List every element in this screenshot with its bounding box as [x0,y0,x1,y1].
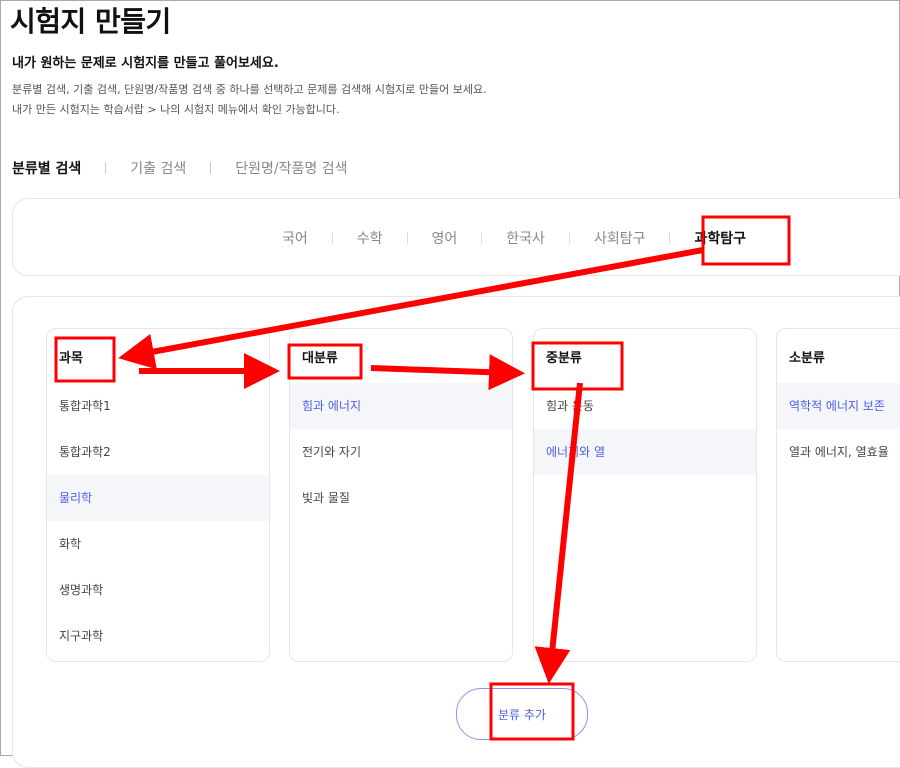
list-item[interactable]: 전기와 자기 [290,429,512,475]
list-item[interactable]: 열과 에너지, 열효율 [777,429,900,475]
column-title: 소분류 [789,351,825,366]
list-item-selected[interactable]: 힘과 에너지 [290,383,512,429]
search-type-tabs: 분류별 검색 기출 검색 단원명/작품명 검색 [12,158,347,178]
list-item[interactable]: 생명과학 [47,567,269,613]
list-item[interactable]: 화학 [47,521,269,567]
tab-divider [568,232,570,244]
subject-tabs: 국어 수학 영어 한국사 사회탐구 과학탐구 [282,228,746,248]
page-description-line-2: 내가 만든 시험지는 학습서랍 > 나의 시험지 메뉴에서 확인 가능합니다. [12,103,340,116]
tab-unit-search[interactable]: 단원명/작품명 검색 [235,158,347,178]
category-column-subject: 과목 통합과학1 통합과학2 물리학 화학 생명과학 지구과학 [46,328,270,662]
list-item[interactable]: 빛과 물질 [290,475,512,521]
page-title: 시험지 만들기 [10,5,171,38]
list-item-selected[interactable]: 물리학 [47,475,269,521]
tab-divider [481,232,483,244]
list-item[interactable]: 통합과학1 [47,383,269,429]
tab-divider [331,232,333,244]
subject-tab-social-studies[interactable]: 사회탐구 [594,228,646,248]
subject-tab-korean-history[interactable]: 한국사 [506,228,545,248]
list-item[interactable]: 지구과학 [47,613,269,659]
list-item-selected[interactable]: 역학적 에너지 보존 [777,383,900,429]
list-item[interactable]: 통합과학2 [47,429,269,475]
category-column-major: 대분류 힘과 에너지 전기와 자기 빛과 물질 [289,328,513,662]
list-item[interactable]: 힘과 운동 [534,383,756,429]
subject-tab-math[interactable]: 수학 [357,228,383,248]
add-category-button[interactable]: 분류 추가 [456,688,588,740]
page-description-line-1: 분류별 검색, 기출 검색, 단원명/작품명 검색 중 하나를 선택하고 문제를… [12,83,487,96]
tab-divider [105,162,107,174]
tab-divider [406,232,408,244]
tab-past-exam-search[interactable]: 기출 검색 [130,158,186,178]
page-subtitle: 내가 원하는 문제로 시험지를 만들고 풀어보세요. [12,56,279,71]
category-column-middle: 중분류 힘과 운동 에너지와 열 [533,328,757,662]
column-title: 중분류 [546,351,582,366]
subject-tab-english[interactable]: 영어 [432,228,458,248]
tab-divider [669,232,671,244]
column-title: 대분류 [302,351,338,366]
subject-tab-korean[interactable]: 국어 [282,228,308,248]
category-column-minor: 소분류 역학적 에너지 보존 열과 에너지, 열효율 [776,328,900,662]
tab-divider [210,162,212,174]
tab-category-search[interactable]: 분류별 검색 [12,158,81,178]
list-item-selected[interactable]: 에너지와 열 [534,429,756,475]
subject-tab-science[interactable]: 과학탐구 [694,228,746,248]
column-title: 과목 [59,351,83,366]
